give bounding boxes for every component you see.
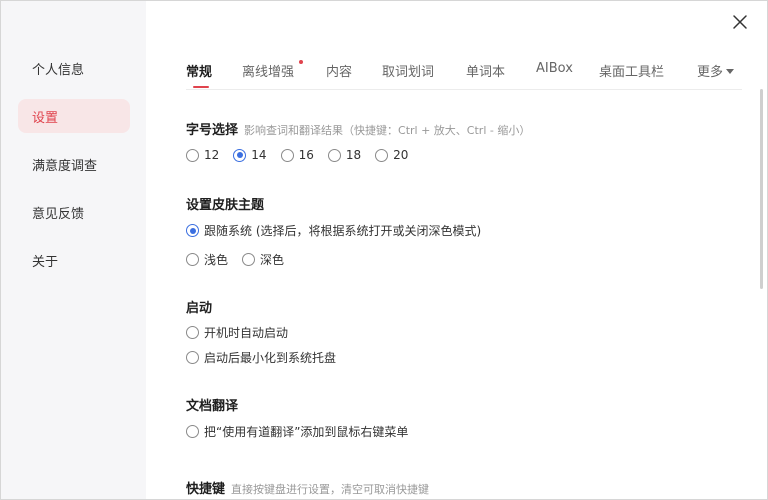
tab-desktop-toolbar[interactable]: 桌面工具栏 [599, 61, 664, 80]
radio-label: 深色 [260, 253, 285, 267]
close-button[interactable] [731, 13, 749, 31]
sidebar-item-label: 设置 [32, 110, 59, 126]
shortcuts-hint: 直接按键盘进行设置，清空可取消快捷键 [231, 483, 430, 496]
radio-button[interactable] [280, 148, 294, 162]
shortcuts-heading: 快捷键 [186, 482, 226, 497]
radio-button[interactable] [186, 425, 199, 438]
tab-offline[interactable]: 离线增强 [242, 61, 294, 80]
radio-label: 14 [251, 148, 267, 162]
settings-main: 常规 离线增强 内容 取词划词 单词本 AIBox 桌面工具栏 更多 字号选择影… [146, 1, 767, 499]
sidebar-item-label: 意见反馈 [32, 206, 85, 222]
radio-button[interactable] [242, 253, 256, 266]
sidebar-item-settings[interactable]: 设置 [18, 99, 130, 133]
radio-button[interactable] [186, 326, 199, 339]
active-tab-indicator [193, 86, 209, 88]
radio-label: 把“使用有道翻译”添加到鼠标右键菜单 [204, 425, 409, 439]
font-size-14[interactable]: 14 [233, 148, 267, 162]
startup-tray-row: 启动后最小化到系统托盘 [186, 349, 350, 366]
sidebar-item-profile[interactable]: 个人信息 [18, 51, 130, 85]
radio-label: 12 [204, 148, 220, 162]
radio-button-checked[interactable] [186, 224, 199, 237]
sidebar: 个人信息 设置 满意度调查 意见反馈 关于 [1, 1, 146, 499]
minimize-tray-option[interactable]: 启动后最小化到系统托盘 [186, 349, 336, 366]
sidebar-item-survey[interactable]: 满意度调查 [18, 147, 130, 181]
sidebar-item-about[interactable]: 关于 [18, 243, 130, 277]
font-size-20[interactable]: 20 [375, 148, 408, 162]
font-size-heading: 字号选择 [186, 123, 239, 138]
font-size-16[interactable]: 16 [280, 148, 314, 162]
tab-bar: 常规 离线增强 内容 取词划词 单词本 AIBox 桌面工具栏 更多 [186, 57, 742, 90]
radio-button[interactable] [186, 351, 199, 364]
radio-label: 18 [345, 148, 362, 162]
doc-translate-row: 把“使用有道翻译”添加到鼠标右键菜单 [186, 423, 422, 440]
theme-follow-row: 跟随系统 (选择后，将根据系统打开或关闭深色模式) [186, 222, 495, 239]
startup-title: 启动 [186, 301, 213, 316]
radio-button[interactable] [375, 148, 389, 162]
radio-label: 开机时自动启动 [204, 326, 289, 340]
radio-label: 20 [393, 148, 409, 162]
tab-more-label: 更多 [697, 65, 724, 80]
radio-button[interactable] [186, 148, 199, 162]
tab-more[interactable]: 更多 [697, 61, 735, 80]
radio-label: 跟随系统 (选择后，将根据系统打开或关闭深色模式) [204, 224, 482, 238]
doc-translate-title: 文档翻译 [186, 399, 239, 414]
context-menu-option[interactable]: 把“使用有道翻译”添加到鼠标右键菜单 [186, 423, 408, 440]
close-icon [733, 15, 747, 29]
radio-label: 16 [298, 148, 314, 162]
radio-label: 浅色 [204, 253, 229, 267]
tab-general[interactable]: 常规 [186, 61, 212, 80]
settings-window: 个人信息 设置 满意度调查 意见反馈 关于 常规 离线增强 内容 取词划词 单词 [0, 0, 768, 500]
radio-button[interactable] [186, 253, 199, 266]
startup-auto-row: 开机时自动启动 [186, 324, 302, 341]
new-badge-dot [299, 60, 303, 64]
tab-aibox[interactable]: AIBox [536, 61, 573, 76]
tab-word-capture[interactable]: 取词划词 [382, 61, 434, 80]
font-size-12[interactable]: 12 [186, 148, 219, 162]
caret-down-icon [726, 69, 735, 74]
font-size-options: 12 14 16 18 20 [186, 148, 422, 162]
radio-button-checked[interactable] [233, 148, 247, 162]
radio-button[interactable] [327, 148, 341, 162]
theme-title: 设置皮肤主题 [186, 198, 265, 213]
tab-wordbook[interactable]: 单词本 [466, 61, 505, 80]
auto-start-option[interactable]: 开机时自动启动 [186, 324, 288, 341]
font-size-title: 字号选择 影响查词和翻译结果（快捷键：Ctrl + 放大、Ctrl - 缩小） [186, 119, 530, 138]
tab-content[interactable]: 内容 [326, 61, 352, 80]
sidebar-item-label: 关于 [32, 254, 59, 270]
font-size-hint: 影响查词和翻译结果（快捷键：Ctrl + 放大、Ctrl - 缩小） [244, 124, 531, 137]
theme-follow-system[interactable]: 跟随系统 (选择后，将根据系统打开或关闭深色模式) [186, 222, 481, 239]
shortcuts-title: 快捷键 直接按键盘进行设置，清空可取消快捷键 [186, 478, 429, 497]
sidebar-item-label: 个人信息 [32, 62, 85, 78]
font-size-18[interactable]: 18 [327, 148, 362, 162]
theme-light[interactable]: 浅色 [186, 251, 228, 268]
theme-mode-row: 浅色 深色 [186, 251, 298, 268]
scrollbar[interactable] [760, 89, 763, 289]
sidebar-item-feedback[interactable]: 意见反馈 [18, 195, 130, 229]
sidebar-item-label: 满意度调查 [32, 158, 98, 174]
radio-label: 启动后最小化到系统托盘 [204, 351, 337, 365]
theme-dark[interactable]: 深色 [242, 251, 284, 268]
